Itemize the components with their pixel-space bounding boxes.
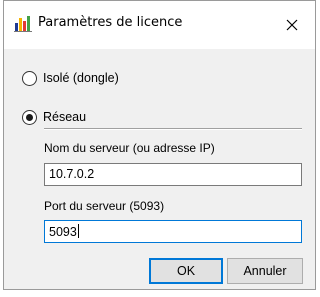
radio-isole-label[interactable]: Isolé (dongle) [43,71,119,85]
server-port-input[interactable]: 5093 [44,220,302,243]
app-logo-icon [14,16,32,32]
server-name-label: Nom du serveur (ou adresse IP) [44,141,215,155]
radio-reseau[interactable]: Réseau [22,108,86,126]
license-settings-dialog: Paramètres de licence Isolé (dongle) Rés… [3,0,316,290]
server-port-value: 5093 [49,225,77,239]
close-button[interactable] [269,1,315,49]
text-caret [77,224,79,238]
server-port-label: Port du serveur (5093) [44,199,165,213]
window-title: Paramètres de licence [38,15,183,30]
radio-reseau-circle[interactable] [22,109,37,125]
radio-isole[interactable]: Isolé (dongle) [22,69,119,87]
radio-reseau-label[interactable]: Réseau [43,110,86,124]
title-bar[interactable]: Paramètres de licence [4,1,315,49]
close-icon [286,19,298,31]
radio-isole-circle[interactable] [22,70,37,86]
server-name-value: 10.7.0.2 [49,167,95,181]
group-separator [44,128,302,130]
ok-button[interactable]: OK [149,258,223,284]
cancel-button[interactable]: Annuler [227,258,303,284]
server-name-input[interactable]: 10.7.0.2 [44,163,302,186]
